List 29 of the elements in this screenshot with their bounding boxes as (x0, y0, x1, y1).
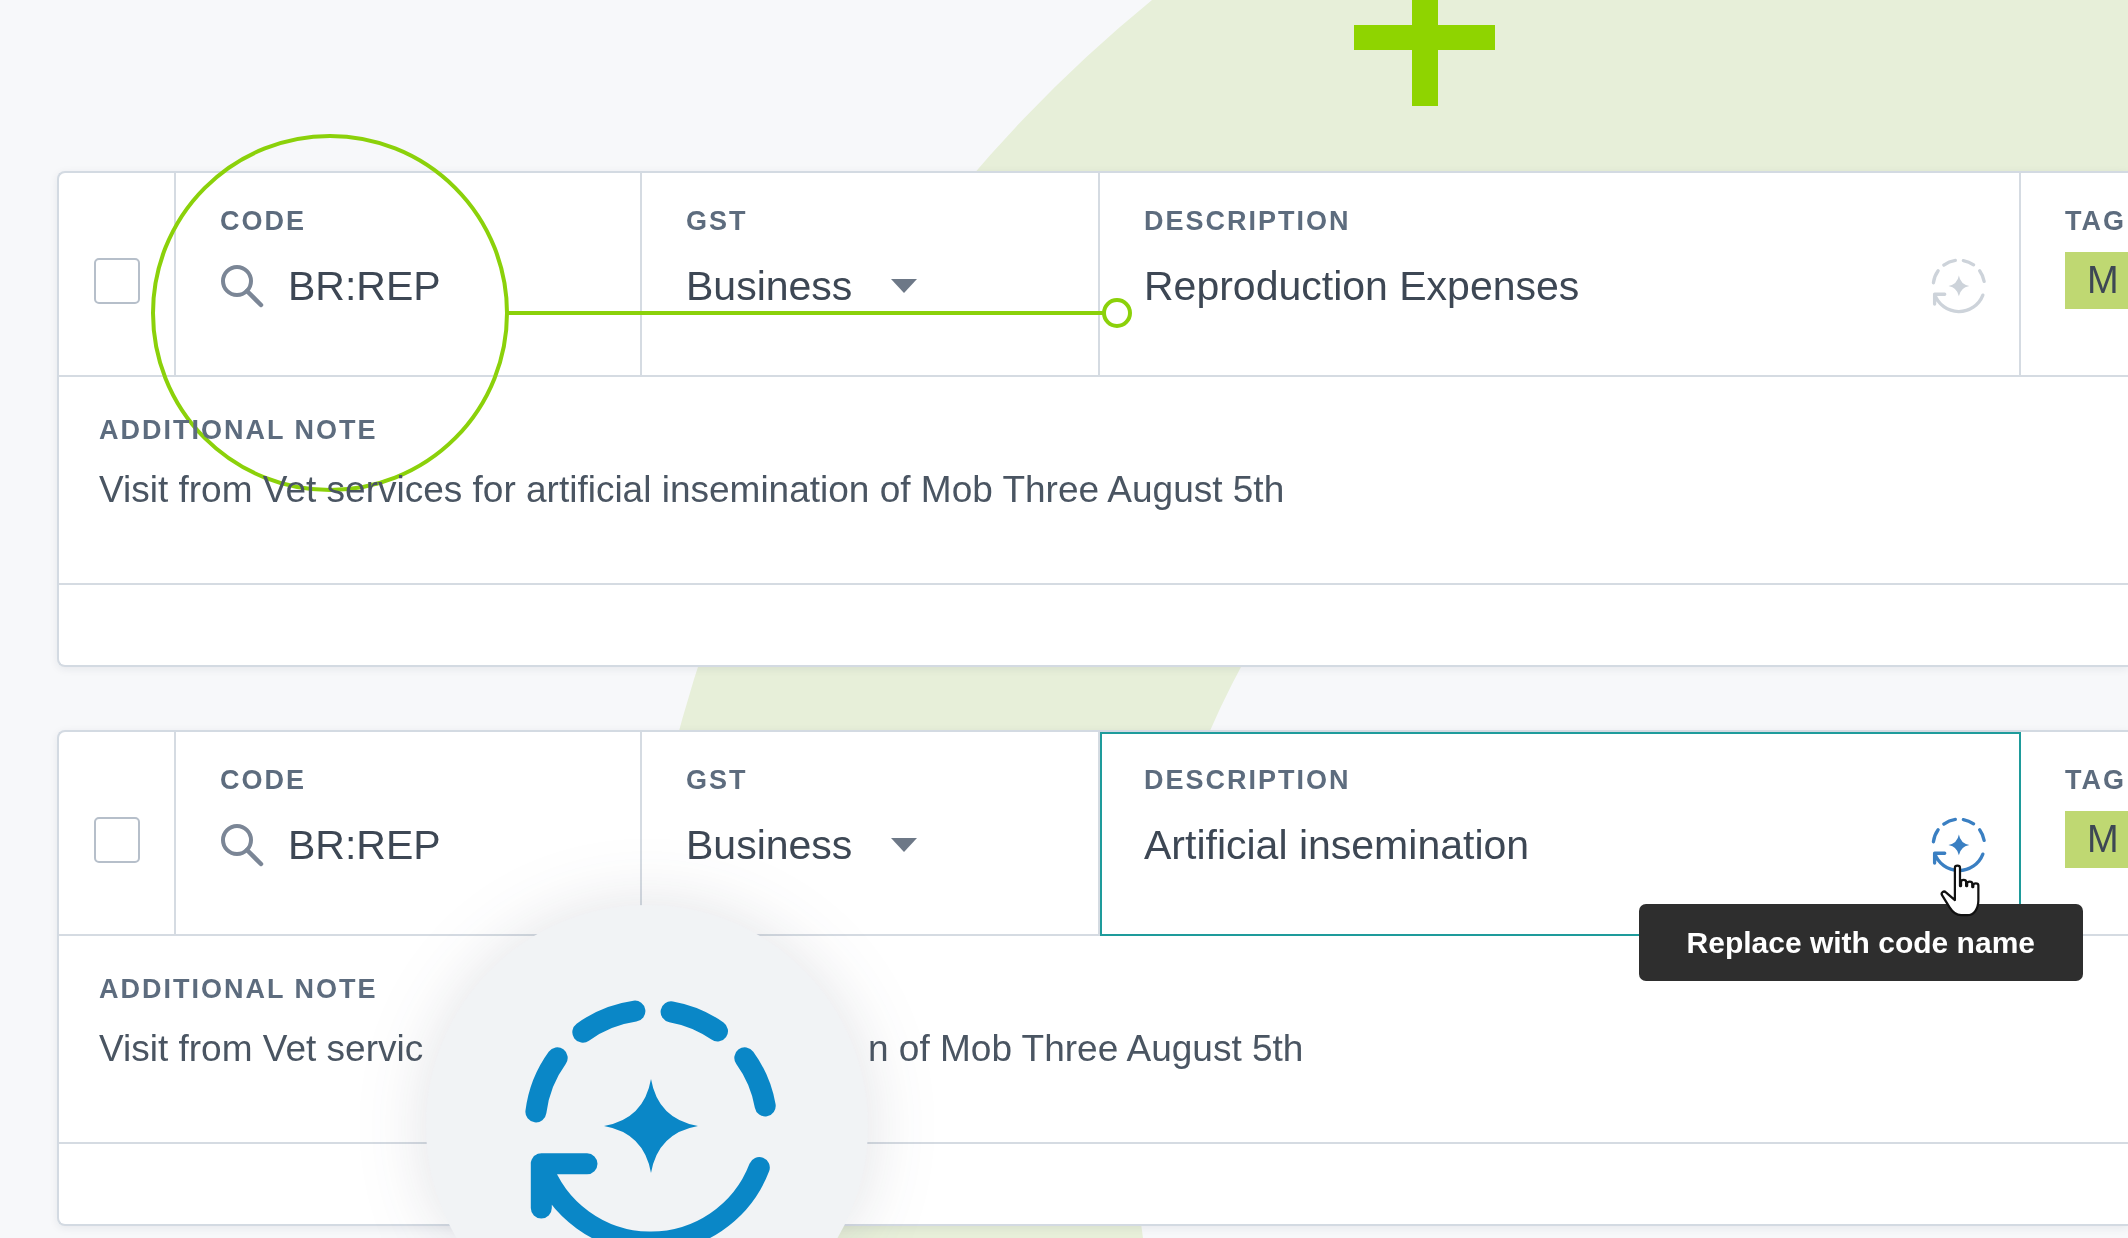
description-value: Artificial insemination (1144, 821, 1530, 869)
code-value: BR:REP (288, 821, 441, 869)
field-label: DESCRIPTION (1144, 766, 1351, 794)
sparkle-refresh-icon (525, 1000, 778, 1238)
field-label: DESCRIPTION (1144, 207, 1351, 235)
replace-sparkle-icon[interactable] (1931, 817, 1987, 873)
gst-select[interactable]: Business (686, 821, 918, 869)
checkbox[interactable] (93, 817, 140, 863)
field-label: CODE (220, 207, 306, 235)
description-value: Reproduction Expenses (1144, 262, 1580, 310)
field-label: GST (686, 766, 748, 794)
caret-icon (891, 838, 918, 852)
caret-icon (891, 279, 918, 293)
code-value: BR:REP (288, 262, 441, 310)
search-icon (220, 264, 264, 308)
note-text: n of Mob Three August 5th (868, 1027, 1304, 1071)
gst-select[interactable]: Business (686, 262, 918, 310)
hand-cursor-icon (1940, 864, 1980, 917)
tag-chip[interactable]: M (2065, 811, 2128, 868)
plus-icon (1354, 0, 1495, 106)
field-label: CODE (220, 766, 306, 794)
note-text: Visit from Vet servic (99, 1027, 425, 1071)
tag-chip[interactable]: M (2065, 252, 2128, 309)
field-label: TAG (2065, 207, 2127, 235)
tooltip: Replace with code name (1638, 904, 2083, 981)
field-label: GST (686, 207, 748, 235)
search-icon (220, 823, 264, 867)
checkbox[interactable] (93, 258, 140, 304)
field-label: ADDITIONAL NOTE (99, 975, 378, 1003)
